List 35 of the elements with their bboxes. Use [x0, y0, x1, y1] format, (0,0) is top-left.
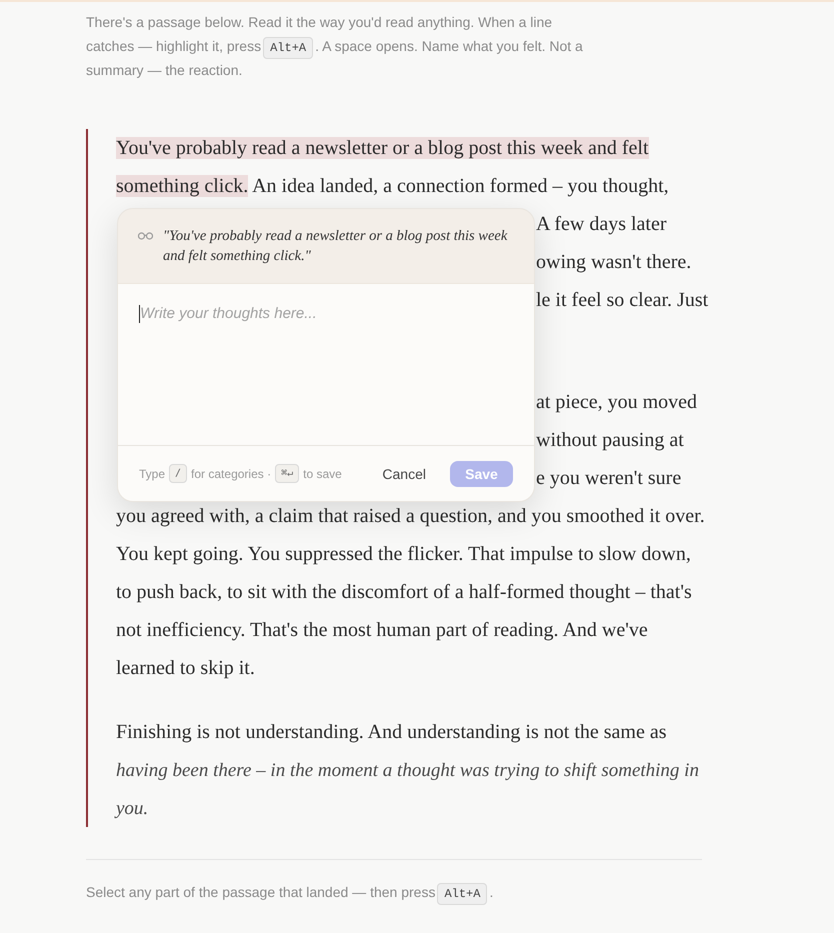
hint-text: Type [139, 466, 166, 480]
key-label: Alt+A [437, 883, 488, 905]
key-label: ⌘↵ [275, 464, 300, 483]
passage-text: not inefficiency. That's the most human part of reading. And we've [116, 619, 648, 641]
key-label: / [169, 464, 188, 483]
hint-text: to save [303, 466, 342, 480]
passage-text: e you weren't sure [536, 467, 682, 489]
text-cursor-icon [139, 305, 140, 323]
passage-text: Finishing is not understanding. And understanding is not the same as [116, 721, 667, 743]
key-label: Alt+A [263, 37, 314, 59]
cancel-button[interactable]: Cancel [376, 462, 432, 486]
passage-text: you. [116, 798, 148, 819]
instruction-text: summary — the reaction. [86, 62, 242, 78]
glasses-icon [138, 232, 153, 240]
quoted-selection: "You've probably read a newsletter or a blog post this week and felt something click." [163, 227, 508, 266]
hint-text: for categories · [191, 466, 272, 480]
instruction-text: . A space opens. Name what you felt. Not a [315, 38, 583, 54]
passage-text: without pausing at [536, 429, 684, 451]
passage-text: owing wasn't there. [536, 251, 692, 273]
instruction-text: catches — highlight it, press [86, 38, 262, 54]
passage-text: le it feel so clear. Just [536, 289, 708, 311]
passage-text: An idea landed, a connection formed – you thought, [251, 175, 669, 197]
passage-text: to push back, to sit with the discomfort of a half-formed thought – that's [116, 581, 692, 603]
instruction-text: There's a passage below. Read it the way you'd read anything. When a line [86, 14, 552, 30]
passage-text: A few days later [536, 213, 667, 235]
footer-hint-text: Select any part of the passage that landed — then press [86, 884, 436, 900]
thoughts-field[interactable]: Write your thoughts here... [118, 284, 534, 445]
passage-text: learned to skip it. [116, 657, 255, 679]
highlighted-text: You've probably read a newsletter or a blog post this week and felt [116, 137, 649, 159]
passage-text: You kept going. You suppressed the flicker. That impulse to slow down, [116, 543, 691, 565]
passage-text: you agreed with, a claim that raised a question, and you smoothed it over. [116, 505, 705, 527]
passage-text: at piece, you moved [536, 391, 698, 413]
passage-text: having been there – in the moment a thought was trying to shift something in [116, 760, 699, 781]
highlighted-text: something click. [116, 175, 248, 197]
footer-hint-text: . [489, 884, 494, 900]
